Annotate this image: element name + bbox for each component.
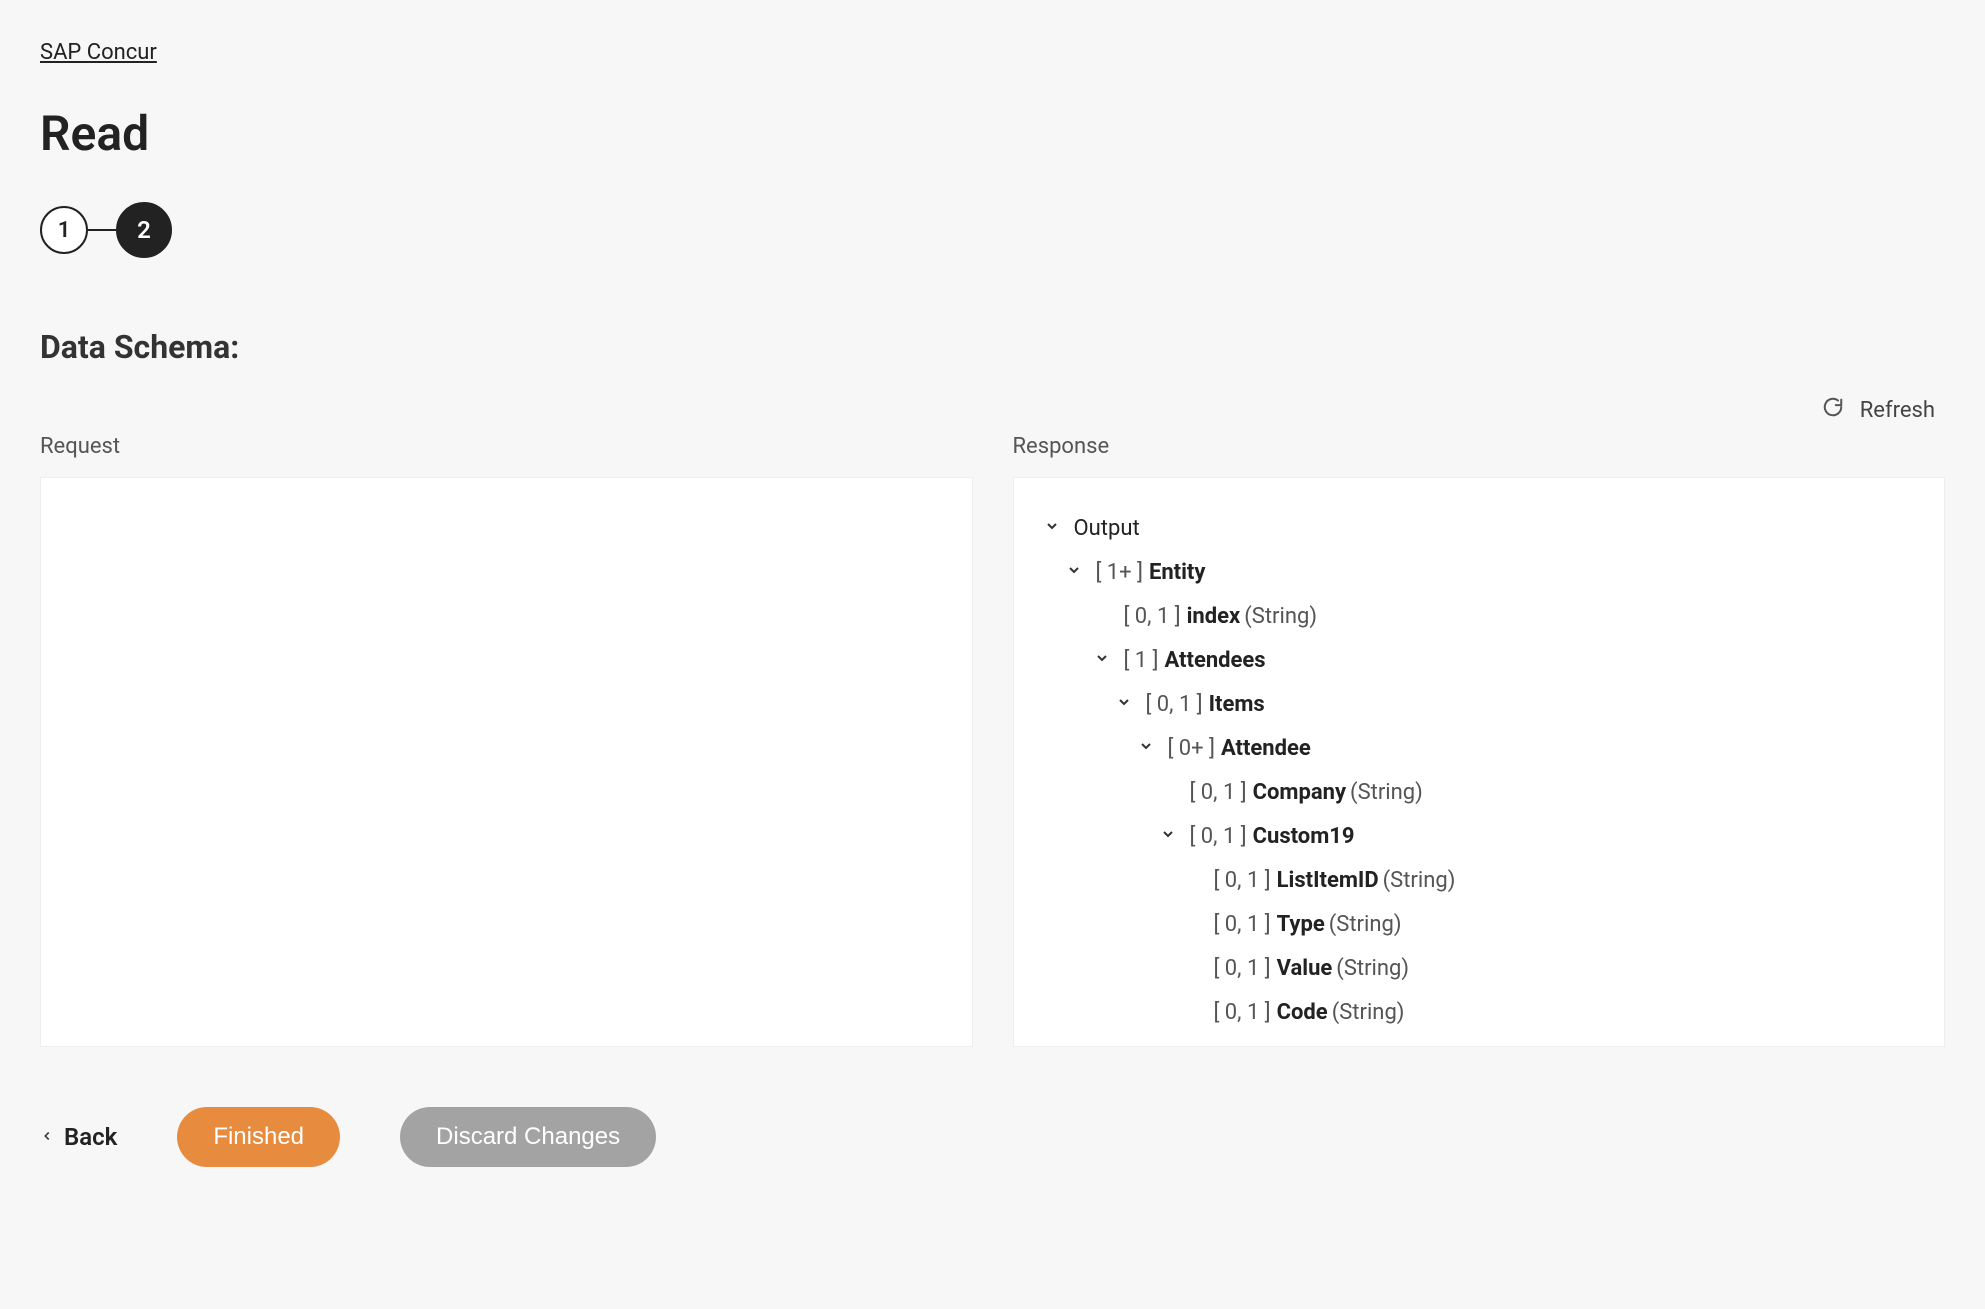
refresh-icon	[1822, 396, 1844, 424]
chevron-left-icon	[40, 1123, 54, 1151]
tree-cardinality: [ 0, 1 ]	[1214, 956, 1271, 981]
tree-node-type[interactable]: [ 0, 1 ] Type (String)	[1044, 902, 1915, 946]
step-connector	[88, 229, 116, 231]
tree-name: Attendee	[1221, 736, 1311, 761]
tree-cardinality: [ 0, 1 ]	[1146, 692, 1203, 717]
tree-node-output[interactable]: Output	[1044, 506, 1915, 550]
tree-type: (String)	[1383, 868, 1456, 893]
tree-node-company[interactable]: [ 0, 1 ] Company (String)	[1044, 770, 1915, 814]
tree-node-code[interactable]: [ 0, 1 ] Code (String)	[1044, 990, 1915, 1034]
tree-cardinality: [ 0, 1 ]	[1214, 1000, 1271, 1025]
back-label: Back	[64, 1123, 117, 1151]
back-button[interactable]: Back	[40, 1123, 117, 1151]
tree-name: Company	[1253, 780, 1346, 805]
tree-cardinality: [ 0, 1 ]	[1214, 912, 1271, 937]
tree-cardinality: [ 1 ]	[1124, 648, 1159, 673]
tree-cardinality: [ 0, 1 ]	[1214, 868, 1271, 893]
refresh-button[interactable]: Refresh	[1822, 396, 1935, 424]
tree-node-items[interactable]: [ 0, 1 ] Items	[1044, 682, 1915, 726]
request-label: Request	[40, 434, 973, 459]
stepper: 1 2	[40, 202, 1945, 258]
chevron-down-icon[interactable]	[1138, 738, 1158, 758]
tree-type: (String)	[1329, 912, 1402, 937]
step-2[interactable]: 2	[116, 202, 172, 258]
response-panel[interactable]: Output [ 1+ ] Entity [ 0, 1 ] index (Str…	[1013, 477, 1946, 1047]
tree-cardinality: [ 0+ ]	[1168, 736, 1215, 761]
tree-name: index	[1187, 604, 1241, 629]
tree-node-entity[interactable]: [ 1+ ] Entity	[1044, 550, 1915, 594]
tree-node-attendees[interactable]: [ 1 ] Attendees	[1044, 638, 1915, 682]
tree-node-index[interactable]: [ 0, 1 ] index (String)	[1044, 594, 1915, 638]
tree-name: Custom19	[1253, 824, 1355, 849]
chevron-down-icon[interactable]	[1066, 562, 1086, 582]
tree-name: ListItemID	[1277, 868, 1379, 893]
refresh-label: Refresh	[1860, 398, 1935, 423]
tree-type: (String)	[1336, 956, 1409, 981]
chevron-down-icon[interactable]	[1116, 694, 1136, 714]
step-1[interactable]: 1	[40, 206, 88, 254]
breadcrumb-link[interactable]: SAP Concur	[40, 40, 157, 65]
tree-cardinality: [ 0, 1 ]	[1190, 780, 1247, 805]
response-label: Response	[1013, 434, 1946, 459]
tree-name: Entity	[1149, 560, 1206, 585]
tree-name: Items	[1209, 692, 1265, 717]
tree-node-custom19[interactable]: [ 0, 1 ] Custom19	[1044, 814, 1915, 858]
chevron-down-icon[interactable]	[1160, 826, 1180, 846]
page-title: Read	[40, 105, 1945, 162]
tree-label: Output	[1074, 516, 1140, 541]
tree-type: (String)	[1350, 780, 1423, 805]
chevron-down-icon[interactable]	[1044, 518, 1064, 538]
finished-button[interactable]: Finished	[177, 1107, 340, 1167]
tree-cardinality: [ 1+ ]	[1096, 560, 1143, 585]
tree-name: Code	[1277, 1000, 1328, 1025]
tree-name: Value	[1277, 956, 1333, 981]
tree-node-value[interactable]: [ 0, 1 ] Value (String)	[1044, 946, 1915, 990]
tree-name: Attendees	[1164, 648, 1265, 673]
tree-node-attendee[interactable]: [ 0+ ] Attendee	[1044, 726, 1915, 770]
tree-cardinality: [ 0, 1 ]	[1124, 604, 1181, 629]
tree-type: (String)	[1332, 1000, 1405, 1025]
section-title: Data Schema:	[40, 328, 1945, 366]
request-panel[interactable]	[40, 477, 973, 1047]
tree-type: (String)	[1244, 604, 1317, 629]
discard-changes-button[interactable]: Discard Changes	[400, 1107, 656, 1167]
tree-node-listitemid[interactable]: [ 0, 1 ] ListItemID (String)	[1044, 858, 1915, 902]
tree-name: Type	[1277, 912, 1325, 937]
tree-cardinality: [ 0, 1 ]	[1190, 824, 1247, 849]
chevron-down-icon[interactable]	[1094, 650, 1114, 670]
